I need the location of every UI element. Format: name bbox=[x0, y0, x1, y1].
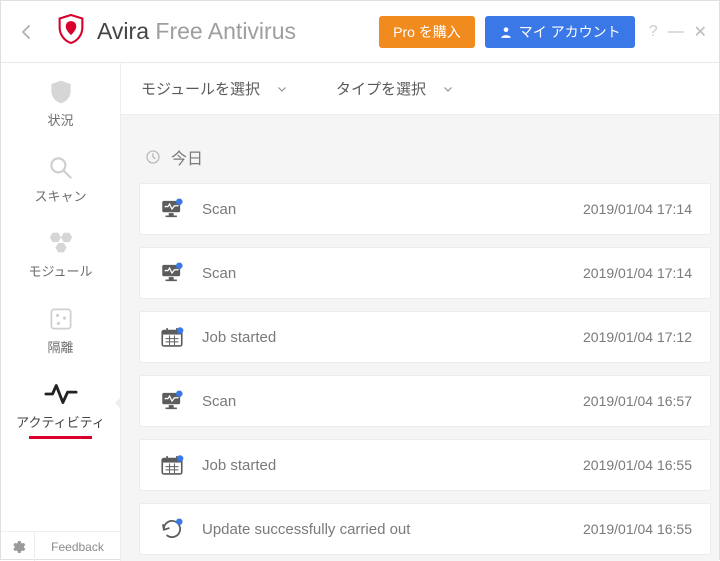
chevron-down-icon bbox=[442, 83, 454, 95]
module-filter[interactable]: モジュールを選択 bbox=[141, 78, 288, 99]
help-button[interactable]: ? bbox=[649, 23, 658, 41]
quarantine-icon bbox=[44, 304, 78, 334]
search-icon bbox=[44, 153, 78, 183]
job-event-icon bbox=[158, 451, 186, 479]
back-button[interactable] bbox=[1, 1, 51, 63]
avira-shield-icon bbox=[57, 13, 85, 50]
sidebar-item-status[interactable]: 状況 bbox=[1, 63, 120, 139]
gear-icon bbox=[10, 539, 26, 555]
filter-bar: モジュールを選択 タイプを選択 bbox=[121, 63, 719, 115]
section-header-today: 今日 bbox=[133, 129, 719, 183]
shield-icon bbox=[44, 77, 78, 107]
activity-list[interactable]: 今日 Scan2019/01/04 17:14 Scan2019/01/04 1… bbox=[121, 115, 719, 561]
activity-time: 2019/01/04 17:14 bbox=[583, 265, 692, 281]
sidebar-item-label: アクティビティ bbox=[16, 415, 105, 431]
clock-icon bbox=[145, 149, 161, 165]
sidebar: 状況 スキャン モジュール 隔離 bbox=[1, 63, 121, 561]
window-controls: ? — ✕ bbox=[649, 22, 707, 42]
buy-pro-button[interactable]: Pro を購入 bbox=[379, 16, 475, 48]
activity-row[interactable]: Scan2019/01/04 17:14 bbox=[139, 183, 711, 235]
activity-time: 2019/01/04 16:57 bbox=[583, 393, 692, 409]
feedback-link[interactable]: Feedback bbox=[35, 540, 120, 554]
type-filter[interactable]: タイプを選択 bbox=[336, 78, 454, 99]
sidebar-item-label: 隔離 bbox=[47, 340, 73, 356]
activity-time: 2019/01/04 17:12 bbox=[583, 329, 692, 345]
activity-label: Scan bbox=[202, 265, 583, 282]
chevron-down-icon bbox=[276, 83, 288, 95]
sidebar-item-scan[interactable]: スキャン bbox=[1, 139, 120, 215]
sidebar-item-label: モジュール bbox=[28, 264, 92, 280]
scan-event-icon bbox=[158, 195, 186, 223]
activity-row[interactable]: Job started2019/01/04 16:55 bbox=[139, 439, 711, 491]
sidebar-item-modules[interactable]: モジュール bbox=[1, 214, 120, 290]
activity-label: Update successfully carried out bbox=[202, 521, 583, 538]
my-account-button[interactable]: マイ アカウント bbox=[485, 16, 635, 48]
activity-row[interactable]: Scan2019/01/04 17:14 bbox=[139, 247, 711, 299]
sidebar-item-quarantine[interactable]: 隔離 bbox=[1, 290, 120, 366]
activity-label: Job started bbox=[202, 329, 583, 346]
job-event-icon bbox=[158, 323, 186, 351]
sidebar-item-label: スキャン bbox=[34, 189, 86, 205]
sidebar-item-activity[interactable]: アクティビティ bbox=[1, 365, 120, 441]
activity-row[interactable]: Job started2019/01/04 17:12 bbox=[139, 311, 711, 363]
activity-time: 2019/01/04 16:55 bbox=[583, 457, 692, 473]
activity-time: 2019/01/04 16:55 bbox=[583, 521, 692, 537]
activity-row[interactable]: Update successfully carried out2019/01/0… bbox=[139, 503, 711, 555]
update-event-icon bbox=[158, 515, 186, 543]
scan-event-icon bbox=[158, 259, 186, 287]
title-bar: Avira Free Antivirus Pro を購入 マイ アカウント ? … bbox=[1, 1, 719, 63]
close-button[interactable]: ✕ bbox=[694, 22, 707, 42]
main-panel: モジュールを選択 タイプを選択 今日 Scan2019/01/04 17:14 … bbox=[121, 63, 719, 561]
scan-event-icon bbox=[158, 387, 186, 415]
sidebar-item-label: 状況 bbox=[47, 113, 73, 129]
activity-icon bbox=[44, 379, 78, 409]
activity-row[interactable]: Scan2019/01/04 16:57 bbox=[139, 375, 711, 427]
person-icon bbox=[499, 25, 513, 39]
settings-button[interactable] bbox=[1, 532, 35, 561]
hex-icon bbox=[44, 228, 78, 258]
chevron-left-icon bbox=[17, 18, 35, 46]
minimize-button[interactable]: — bbox=[668, 23, 684, 41]
activity-label: Scan bbox=[202, 393, 583, 410]
app-title: Avira Free Antivirus bbox=[97, 18, 296, 45]
activity-label: Job started bbox=[202, 457, 583, 474]
app-logo: Avira Free Antivirus bbox=[57, 13, 296, 50]
activity-time: 2019/01/04 17:14 bbox=[583, 201, 692, 217]
activity-label: Scan bbox=[202, 201, 583, 218]
